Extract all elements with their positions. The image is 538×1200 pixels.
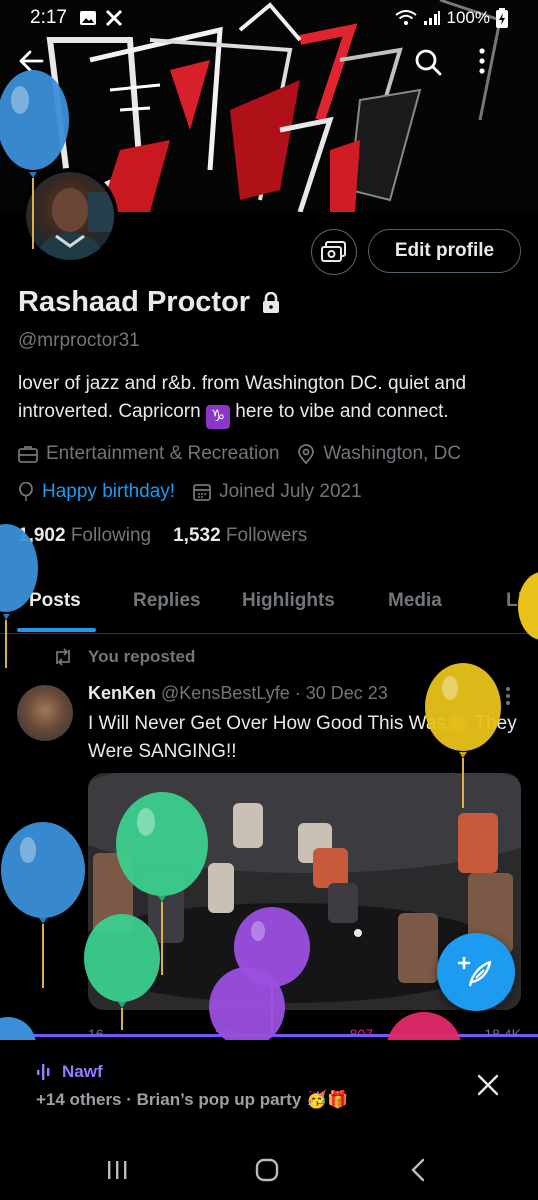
spaces-host-name: Nawf (62, 1062, 103, 1081)
home-icon (255, 1158, 279, 1182)
name-row: Rashaad Proctor (18, 286, 280, 319)
post-text: I Will Never Get Over How Good This Was👏… (88, 713, 517, 762)
post-author-name[interactable]: KenKen (88, 683, 156, 703)
spaces-close-button[interactable] (470, 1067, 506, 1103)
more-vertical-icon (506, 687, 510, 705)
post-more-button[interactable] (505, 686, 511, 711)
avatar-image (36, 188, 114, 260)
follow-stats: 1,902 Following 1,532 Followers (18, 525, 307, 547)
system-nav-bar (0, 1130, 538, 1200)
recent-apps-icon (108, 1161, 127, 1179)
post-author-handle[interactable]: @KensBestLyfe (161, 683, 290, 703)
edit-profile-button[interactable]: Edit profile (368, 229, 521, 273)
location-pin-icon (298, 444, 315, 464)
spaces-dock[interactable]: Nawf +14 others · Brian’s pop up party 🥳… (0, 1034, 538, 1130)
profile-tabs: Posts Replies Highlights Media Likes (0, 572, 538, 634)
more-options-button[interactable] (479, 48, 523, 92)
post-date: · 30 Dec 23 (294, 683, 388, 703)
calendar-icon (193, 484, 211, 501)
money-icon (321, 241, 346, 262)
back-button[interactable] (18, 48, 62, 92)
compose-icon (458, 956, 492, 987)
tab-replies[interactable]: Replies (133, 590, 201, 612)
tab-likes[interactable]: Likes (506, 590, 538, 612)
signal-icon (423, 11, 440, 25)
display-name: Rashaad Proctor (18, 286, 251, 318)
capricorn-emoji: ♑ (205, 405, 230, 429)
back-chevron-icon (411, 1158, 425, 1182)
profile-handle: @mrproctor31 (18, 330, 140, 351)
professional-tools-button[interactable] (311, 229, 357, 275)
x-logo-icon (105, 9, 123, 27)
following-link[interactable]: 1,902 Following (18, 525, 151, 547)
followers-link[interactable]: 1,532 Followers (173, 525, 307, 547)
profile-bio: lover of jazz and r&b. from Washington D… (18, 370, 523, 429)
back-arrow-icon (19, 50, 44, 72)
recent-apps-button[interactable] (97, 1150, 137, 1190)
repost-indicator: You reposted (52, 647, 195, 667)
system-back-button[interactable] (398, 1150, 438, 1190)
status-time: 2:17 (30, 7, 67, 28)
more-vertical-icon (479, 48, 485, 74)
home-button[interactable] (247, 1150, 287, 1190)
profile-meta-row-2: Happy birthday! Joined July 2021 (18, 481, 380, 503)
gallery-icon (79, 11, 96, 25)
battery-percent: 100% (446, 8, 490, 27)
lock-icon (263, 291, 280, 313)
balloon-icon (1, 822, 85, 988)
profile-avatar[interactable] (22, 168, 118, 264)
spaces-subtitle: +14 others · Brian’s pop up party 🥳🎁 (36, 1090, 349, 1109)
battery-icon (496, 8, 508, 28)
balloon-icon (19, 482, 33, 501)
wifi-icon (394, 10, 417, 25)
post-author-avatar[interactable] (17, 685, 73, 741)
repost-icon (56, 648, 70, 666)
spaces-wave-icon (37, 1064, 50, 1080)
profile-location: Washington, DC (323, 443, 462, 464)
post-header: KenKen @KensBestLyfe · 30 Dec 23 (88, 683, 388, 704)
search-icon (415, 49, 442, 76)
active-tab-indicator (17, 628, 96, 632)
tab-highlights[interactable]: Highlights (242, 590, 335, 612)
status-bar: 2:17 100% (0, 0, 538, 36)
briefcase-icon (18, 446, 38, 463)
profile-meta-row-1: Entertainment & Recreation Washington, D… (18, 443, 479, 465)
tab-posts[interactable]: Posts (29, 590, 81, 612)
compose-button[interactable] (437, 933, 515, 1011)
tab-media[interactable]: Media (388, 590, 442, 612)
profile-category: Entertainment & Recreation (46, 443, 280, 464)
joined-date: Joined July 2021 (219, 481, 362, 502)
search-button[interactable] (414, 48, 458, 92)
birthday-link[interactable]: Happy birthday! (42, 481, 175, 503)
close-icon (477, 1074, 499, 1096)
